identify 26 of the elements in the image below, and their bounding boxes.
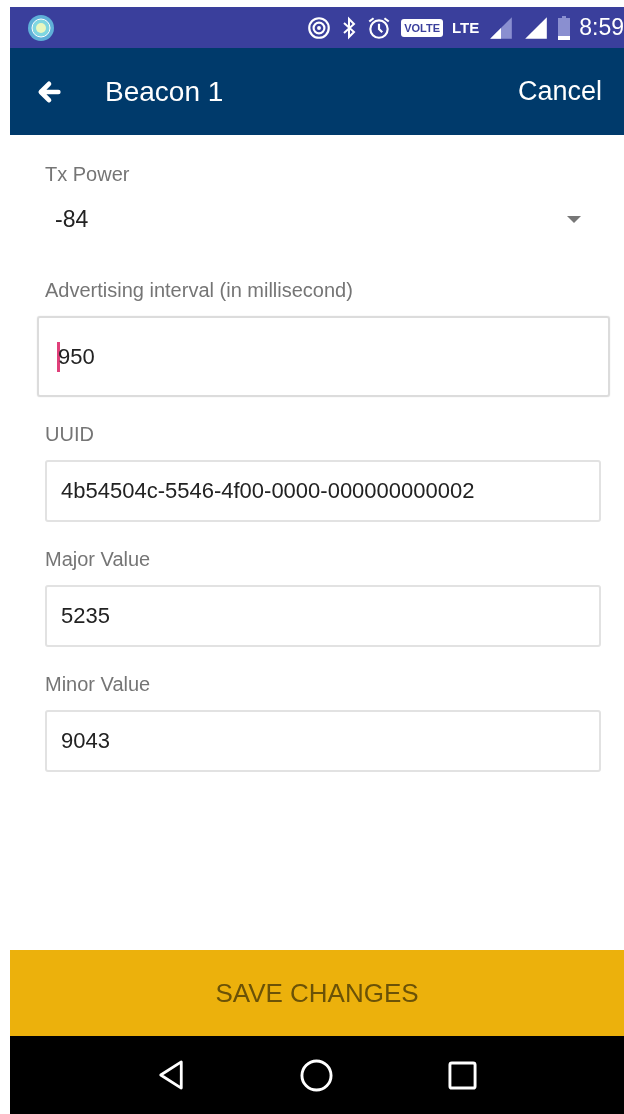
- home-icon[interactable]: [300, 1058, 333, 1092]
- save-changes-button[interactable]: SAVE CHANGES: [10, 950, 624, 1036]
- hotspot-icon: [306, 14, 333, 41]
- bluetooth-icon: [341, 15, 358, 40]
- input-field[interactable]: 9043: [45, 710, 601, 772]
- screen-title: Beacon 1: [105, 75, 224, 108]
- dropdown-value: -84: [55, 206, 89, 233]
- back-icon[interactable]: [157, 1059, 186, 1091]
- mandala-icon: [26, 12, 56, 43]
- field-label: Minor Value: [45, 673, 151, 696]
- network-type: LTE: [452, 19, 480, 36]
- recents-icon[interactable]: [447, 1060, 477, 1090]
- tx-power-dropdown[interactable]: -84: [45, 186, 601, 253]
- dropdown-arrow-icon: [567, 216, 581, 223]
- field-label: Tx Power: [45, 163, 130, 186]
- battery-icon: [558, 15, 571, 40]
- signal-icon: [488, 14, 515, 41]
- field-label: Major Value: [45, 548, 151, 571]
- field-label: Advertising interval (in millisecond): [45, 279, 353, 302]
- signal-icon: [523, 14, 550, 41]
- cancel-button[interactable]: Cancel: [517, 76, 602, 107]
- input-field[interactable]: 4b54504c-5546-4f00-0000-000000000002: [45, 460, 601, 522]
- clock: 8:59: [579, 14, 624, 41]
- input-field[interactable]: 5235: [45, 585, 601, 647]
- volte-badge: VOLTE: [401, 18, 443, 37]
- field-label: UUID: [45, 423, 94, 446]
